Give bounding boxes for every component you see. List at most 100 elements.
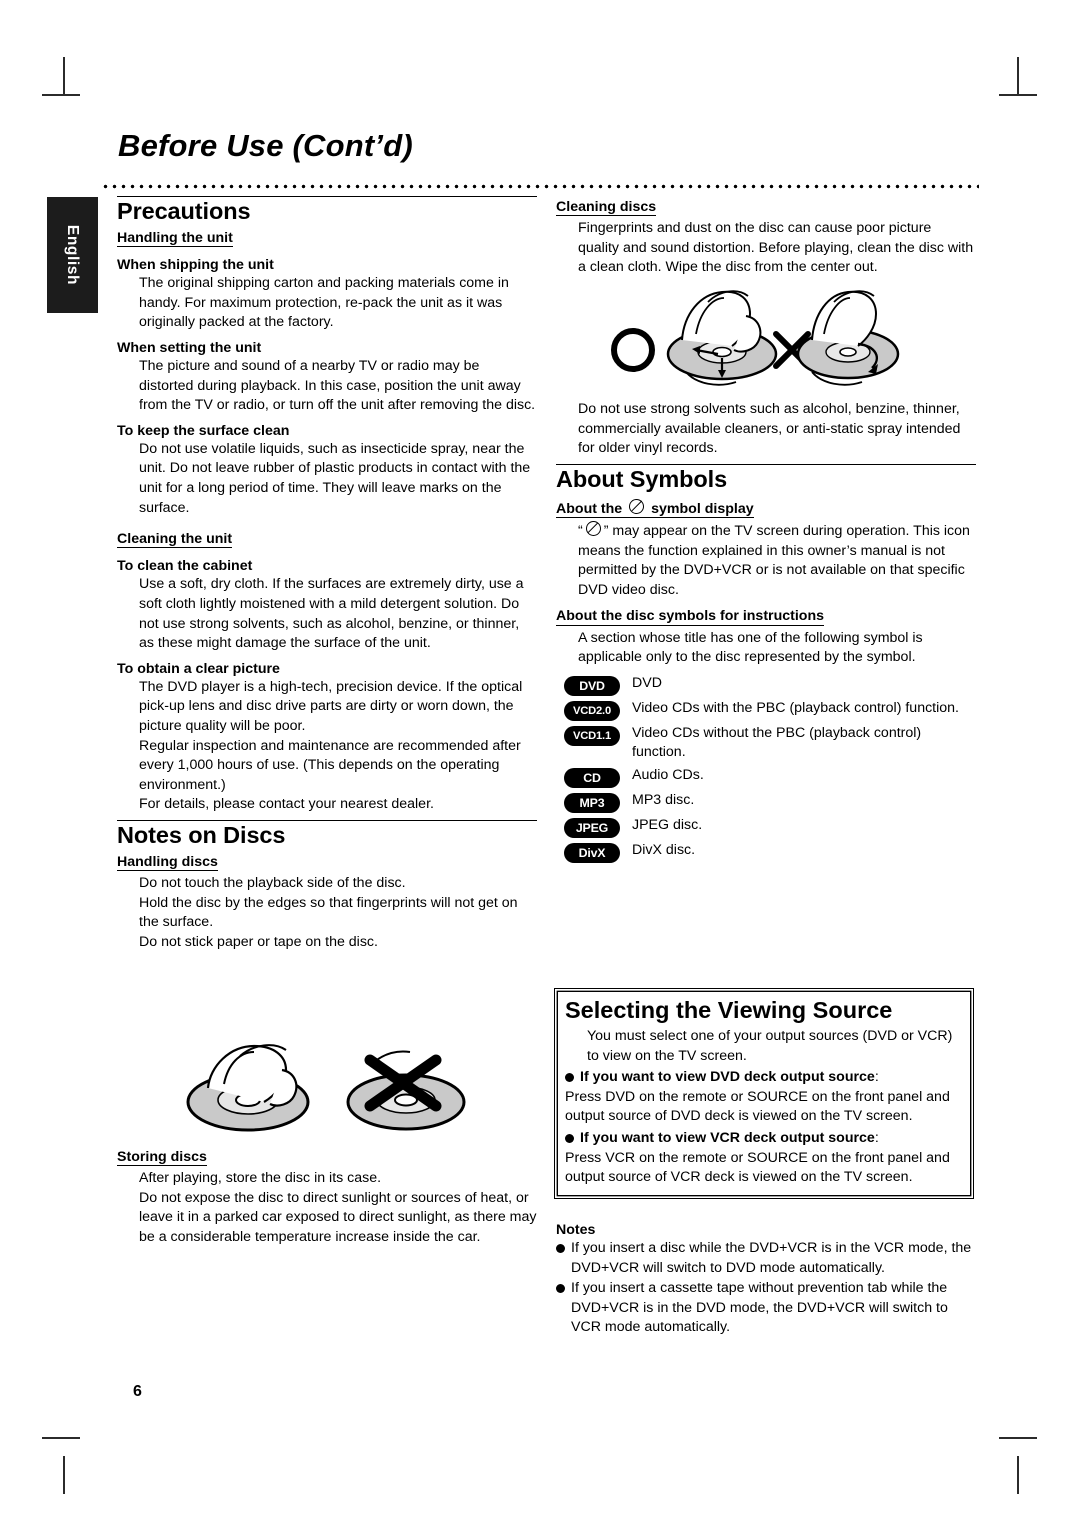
- text-when-setting: The picture and sound of a nearby TV or …: [139, 357, 536, 414]
- notes-item-0: If you insert a disc while the DVD+VCR i…: [571, 1240, 972, 1276]
- badge-mp3-description: MP3 disc.: [632, 791, 695, 808]
- crop-mark-top-left-v: [63, 57, 65, 95]
- sub-clean-cabinet: To clean the cabinet: [117, 558, 253, 575]
- prohibition-icon: [629, 498, 645, 514]
- bullet-dot-icon: [556, 1284, 565, 1294]
- cleaning-discs-heading-wrap: Cleaning discs: [556, 196, 976, 219]
- viewing-source-intro: You must select one of your output sourc…: [587, 1028, 953, 1064]
- list-item: JPEG JPEG disc.: [564, 816, 976, 838]
- text-keep-surface-clean: Do not use volatile liquids, such as ins…: [139, 440, 531, 516]
- list-item: If you want to view DVD deck output sour…: [565, 1068, 963, 1088]
- text-when-shipping: The original shipping carton and packing…: [139, 275, 509, 331]
- storing-discs-heading-wrap: Storing discs: [117, 1146, 537, 1169]
- badge-vcd20-icon: VCD2.0: [564, 700, 620, 721]
- bullet-dot-icon: [565, 1073, 574, 1083]
- symbol-display-heading: About the symbol display: [556, 498, 754, 518]
- manual-page: Before Use (Cont’d) English Precautions …: [0, 0, 1080, 1528]
- precautions-rule: [117, 196, 537, 197]
- sub-keep-surface-clean: To keep the surface clean: [117, 422, 290, 439]
- bullet-dot-icon: [556, 1244, 565, 1253]
- storing-discs-heading: Storing discs: [117, 1149, 207, 1167]
- handling-discs-illustration: [186, 1044, 466, 1132]
- list-item: MP3 MP3 disc.: [564, 791, 976, 813]
- viewing-source-item-0-bold: If you want to view DVD deck output sour…: [580, 1069, 875, 1086]
- symbol-display-heading-before: About the: [556, 500, 623, 517]
- badge-jpeg-description: JPEG disc.: [632, 816, 703, 833]
- symbol-display-heading-after: symbol display: [651, 500, 754, 517]
- page-number: 6: [133, 1383, 142, 1400]
- language-tab-label: English: [64, 224, 82, 286]
- viewing-source-heading: Selecting the Viewing Source: [565, 997, 893, 1023]
- text-clear-picture-extra-1: Regular inspection and maintenance are r…: [139, 737, 521, 793]
- badge-dvd-icon: DVD: [564, 675, 620, 696]
- badge-vcd20-description: Video CDs with the PBC (playback control…: [632, 699, 959, 716]
- precautions-heading: Precautions: [117, 198, 251, 224]
- list-item: VCD2.0 Video CDs with the PBC (playback …: [564, 699, 976, 721]
- list-item: VCD1.1 Video CDs without the PBC (playba…: [564, 724, 976, 763]
- text-clear-picture: The DVD player is a high-tech, precision…: [139, 678, 523, 734]
- list-item: DVD DVD: [564, 674, 976, 696]
- left-column: Precautions Handling the unit When shipp…: [117, 196, 537, 952]
- sub-when-setting: When setting the unit: [117, 339, 262, 356]
- badge-vcd11-description: Video CDs without the PBC (playback cont…: [632, 724, 922, 761]
- symbol-display-heading-wrap: About the symbol display: [556, 495, 976, 521]
- storing-discs-line-2: Do not expose the disc to direct sunligh…: [139, 1189, 537, 1245]
- disc-symbols-heading-wrap: About the disc symbols for instructions: [556, 605, 976, 628]
- crop-mark-bottom-right-v: [1017, 1456, 1019, 1494]
- text-clear-picture-extra-2: For details, please contact your nearest…: [139, 796, 434, 813]
- badge-vcd11-icon: VCD1.1: [564, 725, 620, 746]
- disc-wipe-radial: [666, 290, 778, 386]
- dotted-divider: [101, 184, 979, 189]
- list-item: If you want to view VCR deck output sour…: [565, 1129, 963, 1149]
- badge-divx-description: DivX disc.: [632, 841, 696, 858]
- list-item: CD Audio CDs.: [564, 766, 976, 788]
- prohibition-icon-inline: [585, 520, 601, 536]
- viewing-source-box: Selecting the Viewing Source You must se…: [554, 988, 974, 1199]
- cleaning-unit-heading: Cleaning the unit: [117, 531, 233, 549]
- page-title: Before Use (Cont’d): [118, 128, 413, 163]
- disc-wipe-circular: [796, 290, 900, 386]
- cleaning-unit-heading-wrap: Cleaning the unit: [117, 528, 537, 551]
- disc-symbols-text: A section whose title has one of the fol…: [578, 629, 923, 666]
- badge-mp3-icon: MP3: [564, 792, 620, 813]
- bullet-dot-icon: [565, 1133, 574, 1143]
- sub-clear-picture: To obtain a clear picture: [117, 660, 280, 677]
- viewing-source-item-0-colon: :: [874, 1069, 879, 1086]
- handling-discs-line-2: Hold the disc by the edges so that finge…: [139, 894, 518, 931]
- badge-dvd-description: DVD: [632, 674, 662, 691]
- circle-ok-mark: [611, 328, 655, 372]
- language-tab: English: [47, 197, 98, 313]
- handling-discs-heading-wrap: Handling discs: [117, 851, 537, 874]
- notes-on-discs-heading: Notes on Discs: [117, 821, 286, 848]
- disc-cleaning-illustration: [611, 290, 900, 386]
- notes-item-1: If you insert a cassette tape without pr…: [571, 1280, 948, 1336]
- handling-unit-heading-wrap: Handling the unit: [117, 227, 537, 250]
- right-column-continued: Do not use strong solvents such as alcoh…: [556, 400, 976, 866]
- notes-on-discs-rule: [117, 819, 537, 821]
- crop-mark-bottom-right-h: [999, 1437, 1037, 1439]
- sub-when-shipping: When shipping the unit: [117, 257, 274, 274]
- crop-mark-top-left-h: [42, 94, 80, 96]
- notes-block: Notes If you insert a disc while the DVD…: [556, 1222, 976, 1339]
- badge-jpeg-icon: JPEG: [564, 817, 620, 838]
- badge-cd-icon: CD: [564, 767, 620, 788]
- crop-mark-top-right-v: [1017, 57, 1019, 95]
- cleaning-discs-text: Fingerprints and dust on the disc can ca…: [578, 220, 974, 276]
- disc-symbol-list: DVD DVD VCD2.0 Video CDs with the PBC (p…: [564, 674, 976, 863]
- list-item: If you insert a disc while the DVD+VCR i…: [556, 1239, 976, 1278]
- badge-divx-icon: DivX: [564, 842, 620, 863]
- symbol-display-text-body: ” may appear on the TV screen during ope…: [578, 522, 970, 598]
- handling-discs-line-3: Do not stick paper or tape on the disc.: [139, 933, 378, 950]
- storing-discs-block: Storing discs After playing, store the d…: [117, 1146, 537, 1248]
- disc-symbols-heading: About the disc symbols for instructions: [556, 608, 825, 626]
- viewing-source-item-1-text: Press VCR on the remote or SOURCE on the…: [565, 1149, 950, 1186]
- about-symbols-heading: About Symbols: [556, 465, 728, 492]
- badge-cd-description: Audio CDs.: [632, 766, 704, 783]
- cleaning-discs-after-text: Do not use strong solvents such as alcoh…: [578, 401, 961, 457]
- storing-discs-line-1: After playing, store the disc in its cas…: [139, 1170, 382, 1187]
- viewing-source-item-1-colon: :: [874, 1129, 879, 1146]
- symbol-display-text: “” may appear on the TV screen during op…: [578, 520, 976, 600]
- cleaning-discs-heading: Cleaning discs: [556, 199, 657, 217]
- list-item: If you insert a cassette tape without pr…: [556, 1279, 976, 1338]
